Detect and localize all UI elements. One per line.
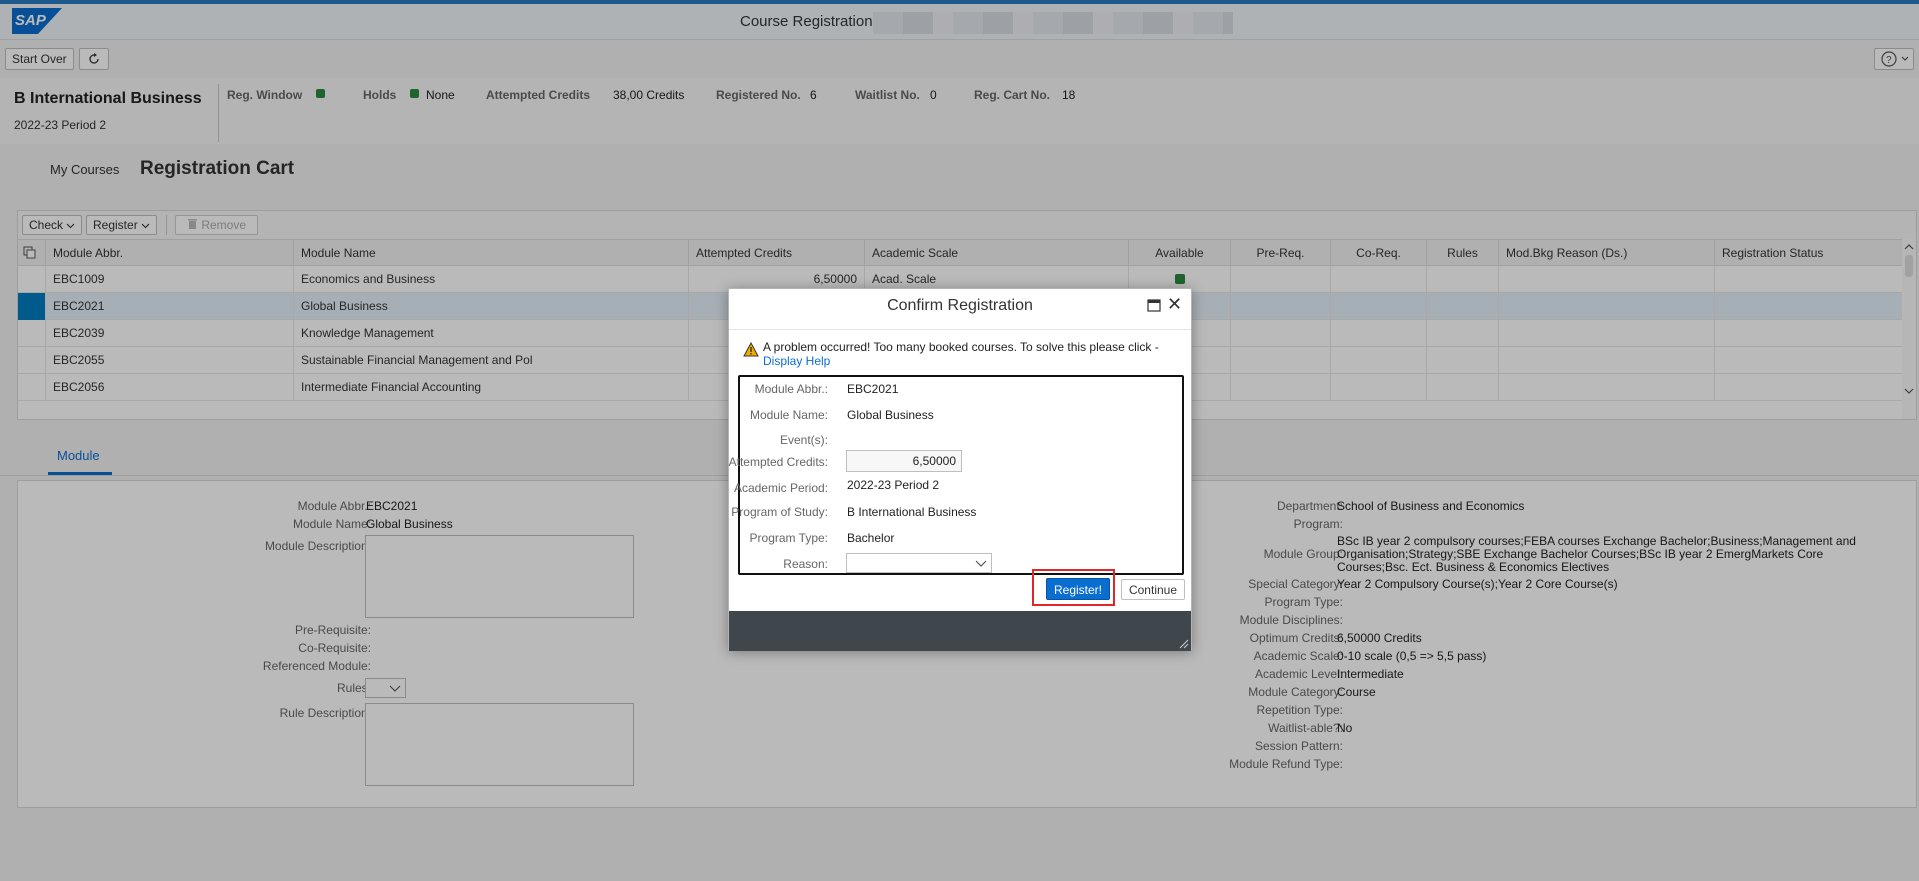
dialog-footer bbox=[729, 611, 1191, 651]
confirm-registration-dialog: Confirm Registration ✕ A problem occurre… bbox=[728, 288, 1192, 651]
continue-button[interactable]: Continue bbox=[1121, 579, 1185, 600]
reason-select[interactable] bbox=[846, 553, 992, 573]
warning-message: A problem occurred! Too many booked cour… bbox=[763, 340, 1183, 368]
dialog-abbr-value: EBC2021 bbox=[847, 382, 899, 396]
dialog-credits-label: Attempted Credits: bbox=[728, 455, 828, 469]
dialog-abbr-label: Module Abbr.: bbox=[754, 382, 828, 396]
maximize-icon[interactable] bbox=[1147, 299, 1161, 312]
dialog-reason-label: Reason: bbox=[783, 557, 828, 571]
dialog-title-divider bbox=[729, 329, 1191, 330]
warning-text: A problem occurred! Too many booked cour… bbox=[763, 340, 1159, 354]
attempted-credits-input[interactable]: 6,50000 bbox=[846, 450, 962, 472]
warning-icon bbox=[743, 342, 759, 357]
display-help-link[interactable]: Display Help bbox=[763, 354, 830, 368]
chevron-down-icon bbox=[975, 560, 987, 567]
dialog-name-label: Module Name: bbox=[749, 408, 828, 422]
dialog-form: Module Abbr.: EBC2021 Module Name: Globa… bbox=[729, 375, 1184, 575]
register-button[interactable]: Register! bbox=[1046, 578, 1110, 600]
dialog-period-value: 2022-23 Period 2 bbox=[847, 478, 940, 492]
dialog-events-label: Event(s): bbox=[779, 433, 828, 447]
resize-handle-icon[interactable] bbox=[1177, 637, 1189, 649]
dialog-name-value: Global Business bbox=[847, 408, 934, 422]
dialog-period-label: Academic Period: bbox=[733, 481, 828, 495]
dialog-program-type-label: Program Type: bbox=[749, 531, 828, 545]
close-icon[interactable]: ✕ bbox=[1167, 295, 1182, 313]
dialog-program-type-value: Bachelor bbox=[847, 531, 895, 545]
dialog-program-value: B International Business bbox=[847, 505, 977, 519]
dialog-title: Confirm Registration bbox=[887, 297, 1033, 314]
dialog-program-label: Program of Study: bbox=[731, 505, 828, 519]
